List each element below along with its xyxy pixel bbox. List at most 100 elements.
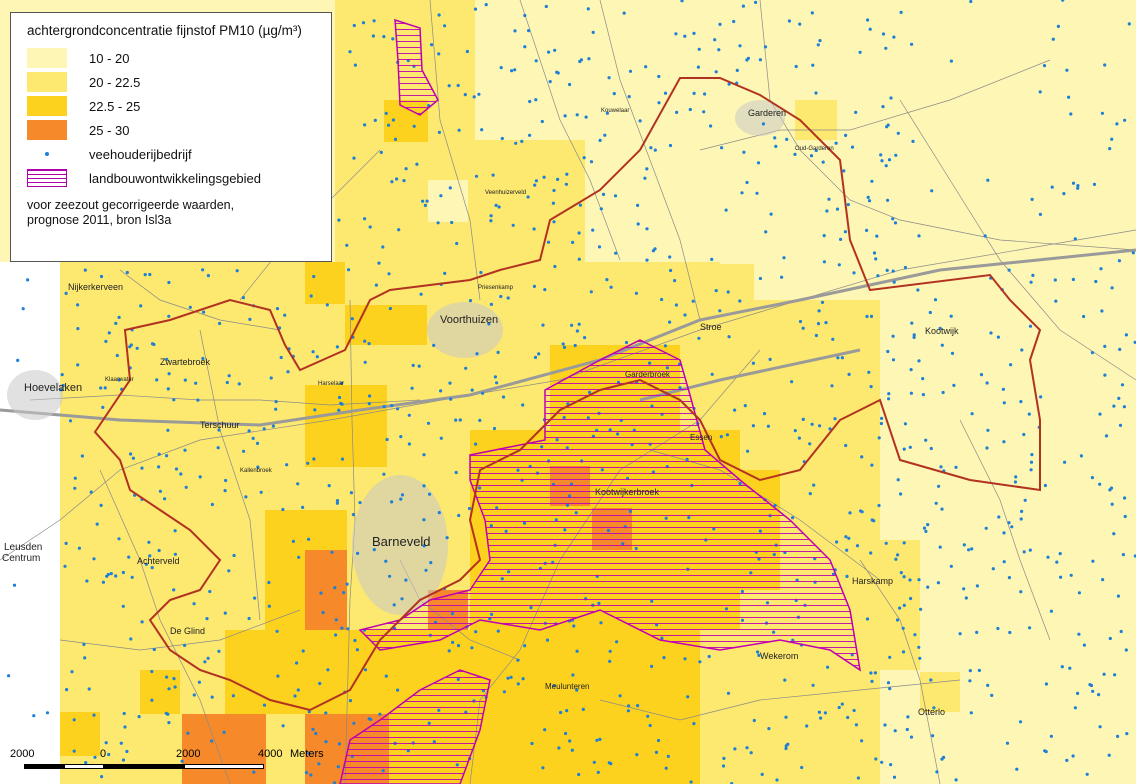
- farm-point: [645, 227, 649, 231]
- label-kootwijk: Kootwijk: [925, 326, 959, 336]
- farm-point: [735, 68, 739, 72]
- farm-point: [281, 507, 285, 512]
- farm-point: [858, 50, 862, 54]
- farm-point: [223, 489, 227, 493]
- farm-point: [562, 345, 567, 349]
- farm-point: [1002, 440, 1006, 444]
- farm-point: [968, 669, 972, 673]
- farm-point: [797, 436, 802, 440]
- farm-point: [443, 271, 447, 275]
- farm-point: [544, 4, 548, 9]
- farm-point: [147, 540, 151, 544]
- scale-label-mid: 2000: [176, 748, 201, 760]
- farm-point: [339, 401, 343, 405]
- farm-point: [68, 419, 73, 423]
- farm-point: [1104, 434, 1109, 438]
- farm-point: [827, 197, 831, 201]
- farm-point: [798, 319, 803, 324]
- farm-point: [455, 241, 459, 246]
- farm-point: [581, 707, 585, 712]
- farm-point: [605, 278, 609, 282]
- farm-point: [348, 50, 352, 54]
- farm-point: [242, 449, 246, 453]
- farm-point: [76, 303, 80, 307]
- farm-point: [626, 709, 631, 713]
- farm-point: [745, 746, 749, 750]
- farm-point: [285, 463, 289, 467]
- farm-point: [127, 555, 131, 559]
- farm-point: [548, 80, 552, 84]
- farm-point: [929, 446, 933, 451]
- farm-point: [893, 221, 898, 225]
- farm-point: [340, 626, 344, 630]
- label-wekerom: Wekerom: [760, 651, 798, 661]
- farm-point: [921, 393, 926, 397]
- farm-point: [474, 630, 478, 634]
- farm-point: [607, 76, 611, 80]
- farm-point: [869, 551, 873, 555]
- farm-point: [896, 553, 900, 557]
- farm-point: [500, 136, 504, 141]
- farm-point: [422, 484, 426, 488]
- farm-point: [598, 138, 602, 142]
- label-meulunteren: Meulunteren: [545, 682, 589, 691]
- farm-point: [82, 642, 86, 647]
- farm-point: [627, 95, 631, 99]
- farm-point: [751, 424, 756, 428]
- farm-point: [997, 515, 1001, 519]
- farm-point: [860, 739, 864, 743]
- farm-point: [575, 329, 580, 333]
- farm-point: [1022, 550, 1026, 554]
- farm-point: [279, 355, 283, 360]
- farm-point: [166, 712, 170, 716]
- label-hoevelaken: Hoevelaken: [24, 382, 82, 394]
- pm10-cell: [225, 630, 350, 714]
- farm-point: [895, 618, 900, 622]
- farm-point: [501, 395, 506, 399]
- farm-point: [917, 645, 921, 649]
- farm-point: [349, 491, 353, 495]
- farm-point: [903, 265, 908, 270]
- farm-point: [870, 679, 874, 684]
- farm-point: [491, 173, 495, 177]
- farm-point: [540, 119, 544, 124]
- farm-point: [473, 7, 478, 11]
- farm-point: [592, 760, 596, 764]
- farm-point: [301, 505, 305, 509]
- farm-point: [1113, 673, 1117, 677]
- farm-point: [669, 268, 673, 273]
- farm-point: [520, 139, 524, 143]
- farm-point: [1090, 476, 1094, 480]
- farm-point: [297, 555, 301, 559]
- farm-point: [666, 754, 670, 759]
- farm-point: [391, 118, 395, 122]
- pm10-cell: [305, 262, 345, 304]
- farm-point: [855, 544, 860, 548]
- farm-point: [1108, 488, 1112, 492]
- farm-point: [479, 270, 483, 275]
- farm-point: [954, 465, 958, 469]
- farm-point: [64, 291, 68, 295]
- farm-point: [1103, 63, 1107, 67]
- farm-point: [1051, 37, 1055, 41]
- farm-point: [760, 772, 764, 777]
- farm-point: [763, 45, 768, 49]
- farm-point: [579, 58, 584, 62]
- farm-point: [801, 326, 805, 330]
- farm-point: [1029, 468, 1033, 472]
- farm-point: [845, 548, 849, 552]
- pm10-cell: [428, 180, 468, 222]
- legend-class-label: 20 - 22.5: [89, 74, 141, 90]
- label-de-glind: De Glind: [170, 626, 205, 636]
- farm-point: [634, 291, 639, 295]
- farm-point: [172, 677, 176, 681]
- farm-point: [1060, 665, 1064, 669]
- farm-point: [1103, 344, 1107, 348]
- farm-point: [391, 37, 395, 41]
- farm-point: [836, 356, 840, 360]
- farm-point: [800, 765, 804, 770]
- farm-point: [775, 778, 779, 782]
- farm-point: [784, 744, 788, 748]
- farm-point: [73, 486, 77, 490]
- farm-point: [95, 522, 99, 526]
